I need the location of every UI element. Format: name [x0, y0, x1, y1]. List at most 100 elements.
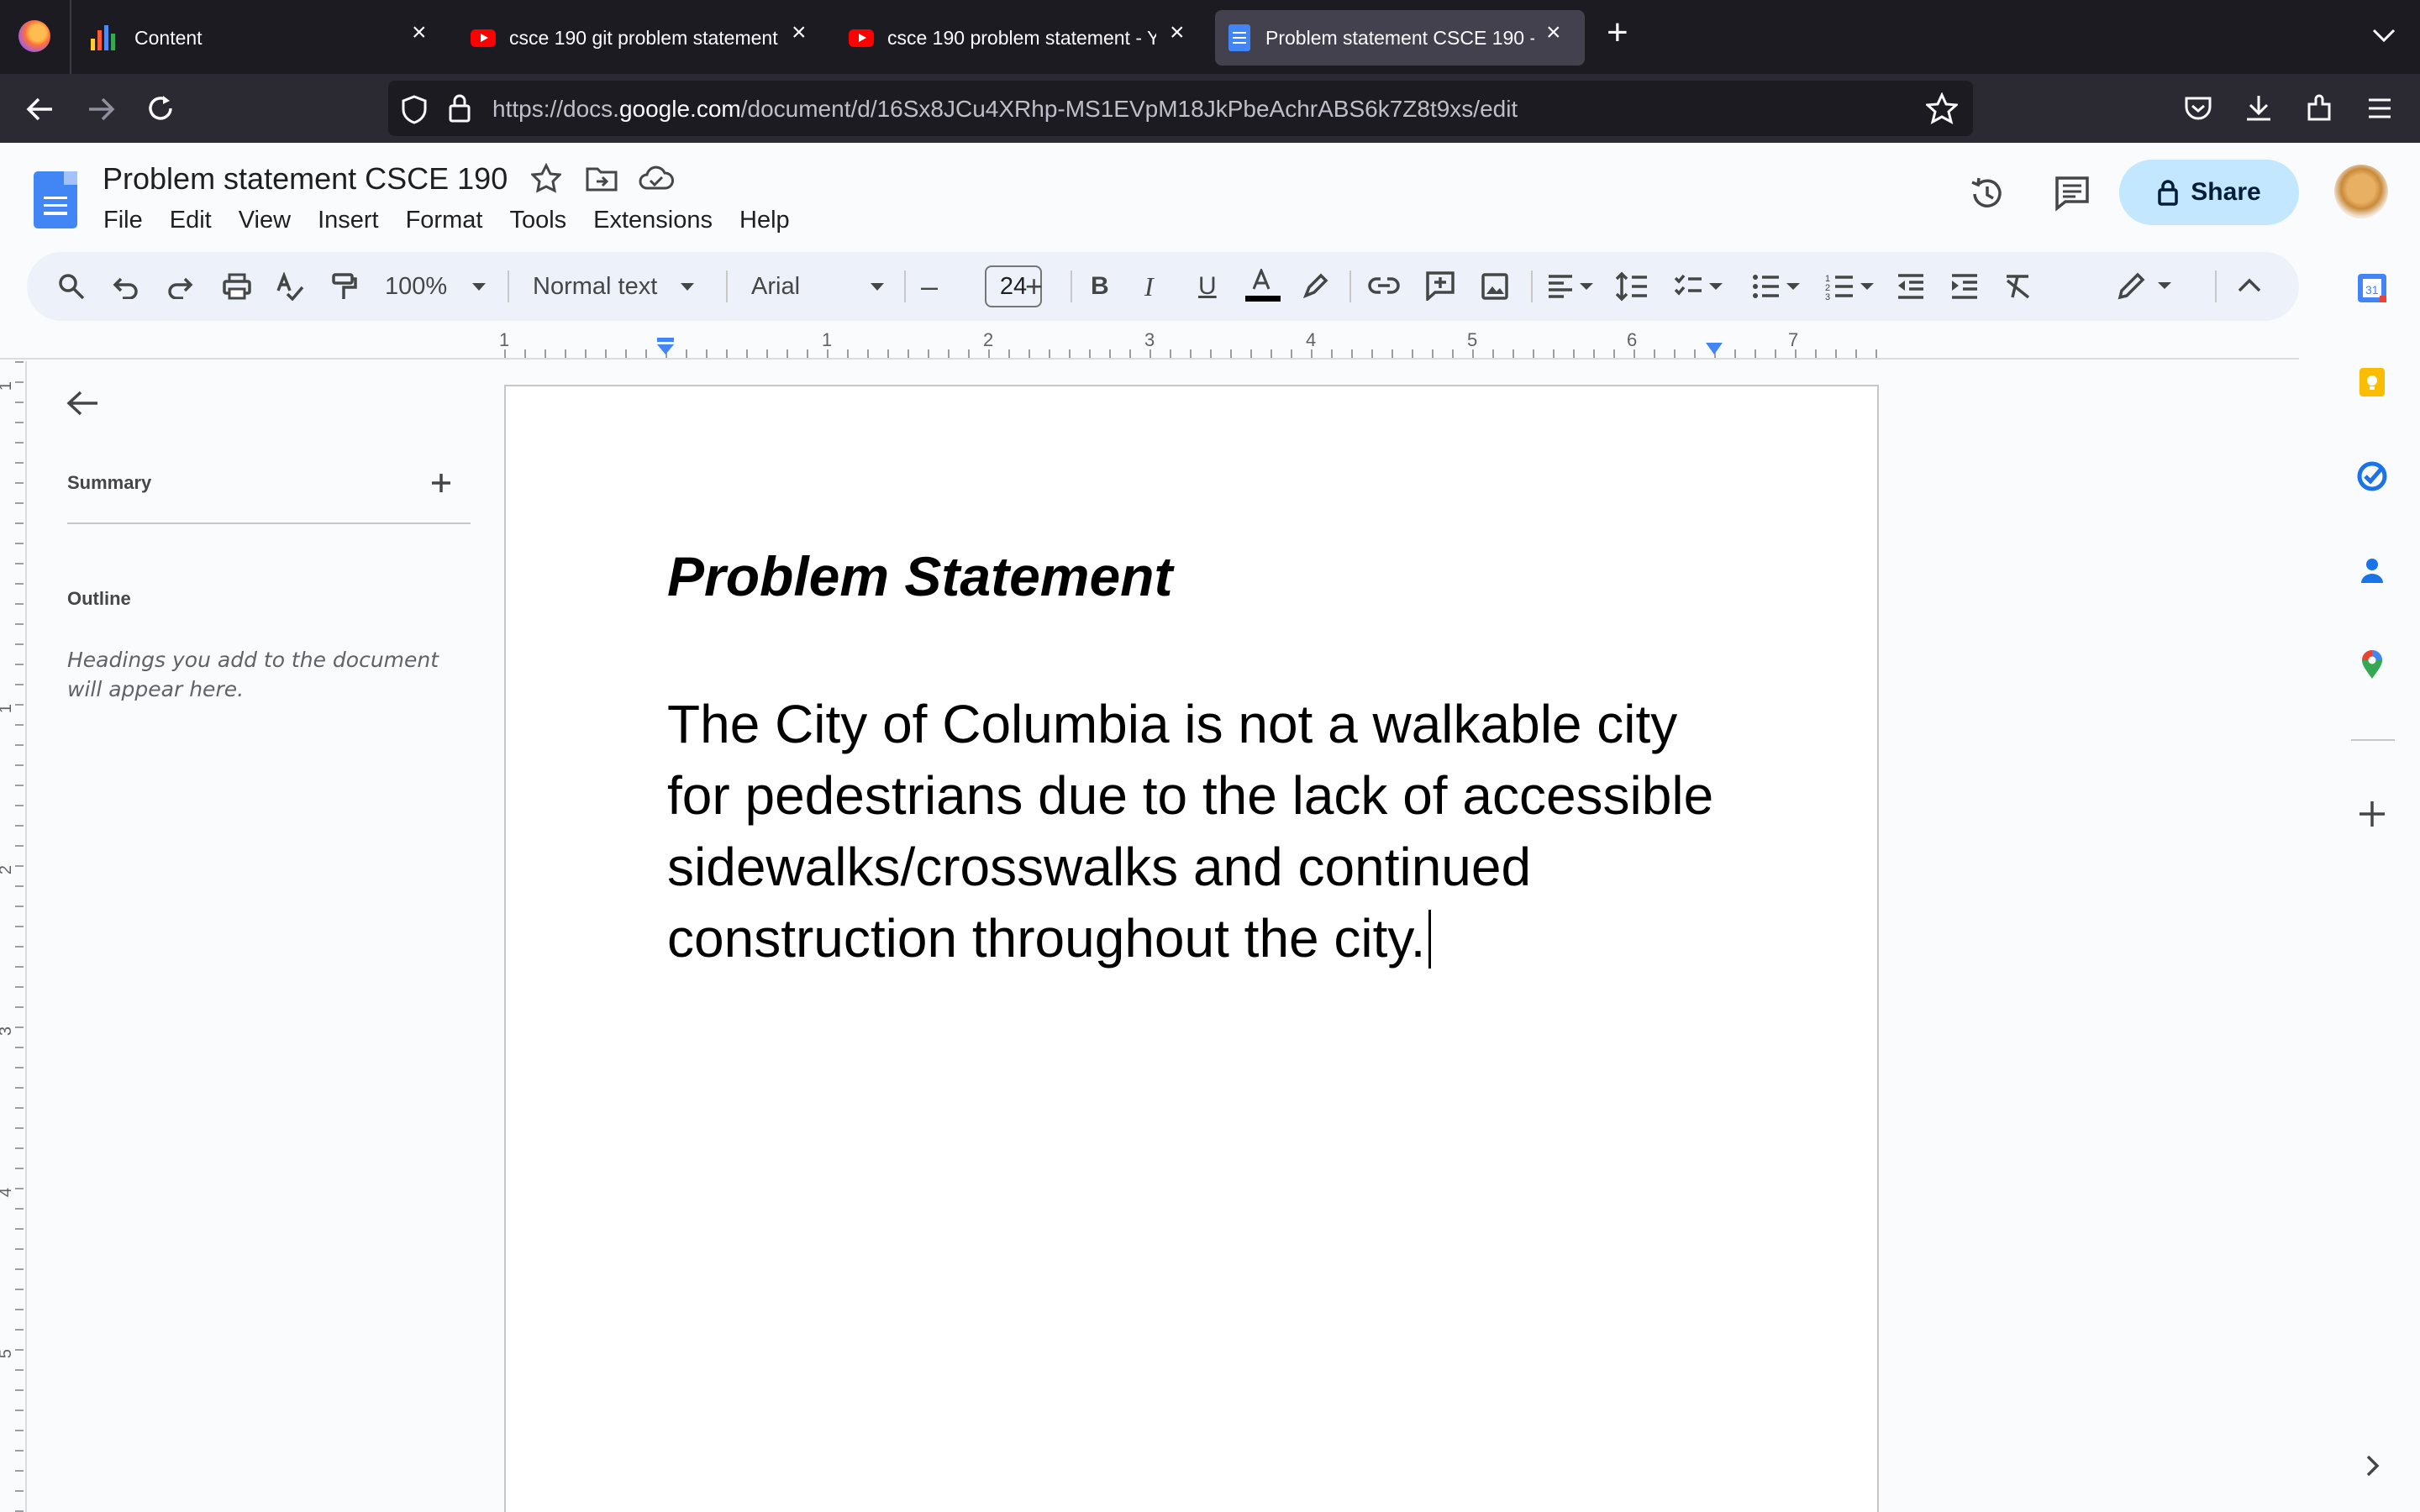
back-icon[interactable] [25, 94, 55, 124]
document-title[interactable]: Problem statement CSCE 190 [103, 161, 508, 197]
hide-menus-chevron-up-icon[interactable] [2237, 277, 2262, 294]
decrease-indent-icon[interactable] [1896, 272, 1926, 301]
url-bar[interactable]: https://docs.google.com/document/d/16Sx8… [388, 81, 1973, 136]
keep-icon[interactable] [2356, 366, 2388, 398]
spellcheck-icon[interactable] [276, 272, 304, 301]
svg-text:3: 3 [1825, 292, 1830, 301]
editing-mode-icon[interactable] [2116, 270, 2180, 302]
toolbar-divider [1349, 270, 1351, 302]
summary-heading: Summary [67, 472, 152, 493]
close-outline-arrow-icon[interactable] [66, 388, 101, 418]
extensions-icon[interactable] [2304, 92, 2336, 124]
cloud-saved-icon[interactable] [639, 165, 674, 192]
document-heading[interactable]: Problem Statement [667, 544, 1172, 608]
google-docs-logo-icon[interactable] [34, 171, 77, 228]
tab-label: Content [134, 26, 203, 49]
highlight-color-icon[interactable] [1301, 270, 1329, 301]
add-comment-icon[interactable] [1425, 270, 1455, 301]
italic-button[interactable]: I [1144, 252, 1154, 321]
align-left-icon[interactable] [1546, 272, 1600, 301]
shield-icon[interactable] [400, 94, 429, 124]
search-menus-icon[interactable] [57, 272, 86, 301]
show-side-panel-chevron-icon[interactable] [2365, 1453, 2381, 1478]
comments-icon[interactable] [2054, 175, 2091, 212]
version-history-icon[interactable] [1968, 175, 2007, 213]
vertical-ruler[interactable] [0, 361, 27, 1512]
pocket-icon[interactable] [2183, 94, 2213, 123]
zoom-select[interactable]: 100% [385, 252, 487, 321]
close-tab-icon[interactable]: × [1546, 18, 1561, 47]
horizontal-ruler[interactable] [504, 329, 1879, 360]
youtube-icon [849, 29, 874, 47]
maps-icon[interactable] [2356, 648, 2388, 680]
list-all-tabs-icon[interactable] [2371, 27, 2396, 44]
ruler-number: 1 [0, 381, 16, 391]
browser-tab-active-doc[interactable]: Problem statement CSCE 190 - G [1215, 10, 1585, 66]
avatar[interactable] [2334, 165, 2388, 218]
text-color-icon[interactable] [1244, 269, 1282, 304]
left-indent-marker-icon[interactable] [655, 338, 676, 356]
menu-format[interactable]: Format [406, 207, 483, 234]
lock-icon[interactable] [447, 92, 472, 124]
bulleted-list-icon[interactable] [1751, 272, 1805, 301]
increase-indent-icon[interactable] [1949, 272, 1980, 301]
menu-help[interactable]: Help [739, 207, 790, 234]
close-tab-icon[interactable]: × [792, 18, 807, 47]
toolbar-divider [1531, 270, 1533, 302]
paragraph-style-select[interactable]: Normal text [533, 252, 695, 321]
bookmark-star-icon[interactable] [1926, 92, 1958, 124]
menu-file[interactable]: File [103, 207, 143, 234]
browser-tab-youtube-2[interactable]: csce 190 problem statement - Yo [849, 10, 1173, 66]
browser-tab-youtube-1[interactable]: csce 190 git problem statement [471, 10, 798, 66]
close-tab-icon[interactable]: × [412, 18, 427, 47]
print-icon[interactable] [222, 272, 252, 301]
redo-icon[interactable] [166, 274, 193, 299]
body-line: sidewalks/crosswalks and continued [667, 837, 1532, 897]
bold-button[interactable]: B [1091, 252, 1109, 321]
numbered-list-icon[interactable]: 1 2 3 [1825, 272, 1879, 301]
add-summary-icon[interactable] [430, 472, 452, 494]
reload-icon[interactable] [145, 92, 176, 124]
checklist-icon[interactable] [1674, 272, 1728, 301]
font-select[interactable]: Arial [751, 252, 885, 321]
chevron-down-icon [681, 282, 695, 291]
url-text[interactable]: https://docs.google.com/document/d/16Sx8… [492, 96, 1518, 123]
clear-formatting-icon[interactable] [2003, 272, 2033, 301]
insert-image-icon[interactable] [1481, 272, 1509, 301]
underline-button[interactable]: U [1198, 252, 1217, 321]
body-line: construction throughout the city. [667, 903, 1760, 974]
toolbar-divider [726, 270, 728, 302]
tab-label: Problem statement CSCE 190 - G [1265, 26, 1534, 49]
ruler-number: 5 [0, 1349, 16, 1358]
forward-icon[interactable] [86, 94, 116, 124]
insert-link-icon[interactable] [1368, 276, 1400, 296]
menu-edit[interactable]: Edit [170, 207, 212, 234]
move-folder-icon[interactable] [585, 165, 618, 193]
undo-icon[interactable] [113, 274, 139, 299]
share-button[interactable]: Share [2119, 160, 2299, 225]
browser-tab-content[interactable]: Content [91, 10, 444, 66]
menu-view[interactable]: View [239, 207, 291, 234]
paint-format-icon[interactable] [329, 272, 358, 302]
menu-tools[interactable]: Tools [509, 207, 566, 234]
contacts-icon[interactable] [2356, 554, 2388, 586]
firefox-logo-icon[interactable] [18, 20, 50, 52]
menu-extensions[interactable]: Extensions [593, 207, 713, 234]
increase-font-size-button[interactable]: + [1025, 252, 1043, 321]
ruler-number: 2 [0, 865, 16, 874]
calendar-icon[interactable]: 31 [2356, 272, 2388, 304]
document-body[interactable]: The City of Columbia is not a walkable c… [667, 689, 1760, 974]
ruler-number: 3 [1144, 329, 1155, 350]
right-indent-marker-icon[interactable] [1704, 341, 1724, 356]
ruler-number: 1 [822, 329, 833, 350]
tasks-icon[interactable] [2356, 460, 2388, 492]
star-icon[interactable] [531, 163, 561, 193]
menu-insert[interactable]: Insert [318, 207, 379, 234]
new-tab-button[interactable]: + [1607, 12, 1628, 54]
downloads-icon[interactable] [2244, 92, 2274, 124]
line-spacing-icon[interactable] [1615, 270, 1649, 302]
close-tab-icon[interactable]: × [1170, 18, 1185, 47]
menu-hamburger-icon[interactable] [2366, 96, 2393, 121]
decrease-font-size-button[interactable]: – [921, 252, 938, 321]
get-add-ons-plus-icon[interactable] [2358, 800, 2386, 828]
